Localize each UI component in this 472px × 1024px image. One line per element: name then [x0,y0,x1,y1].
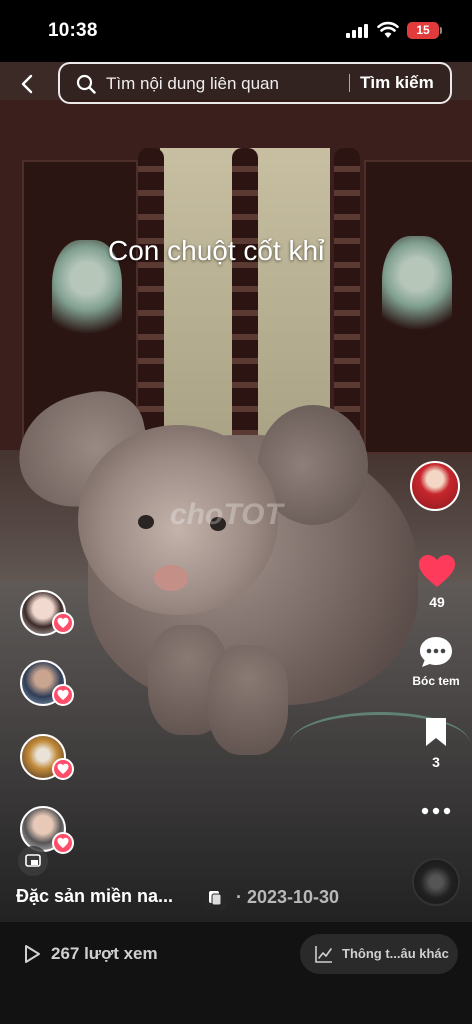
battery-tip [440,27,442,34]
status-time: 10:38 [48,20,98,41]
stats-button[interactable]: Thông t...âu khác [300,934,458,974]
inlay-flower-right [382,236,452,346]
play-icon [25,945,40,963]
wifi-icon [377,21,399,38]
heart-icon[interactable] [418,554,456,588]
status-bar: 10:38 15 [0,0,472,62]
author-avatar[interactable] [410,461,460,511]
dog-eye [138,515,154,529]
dog-nose [154,565,188,591]
search-input[interactable]: Tìm nội dung liên quan [106,74,279,94]
bookmark-icon[interactable] [424,716,448,748]
heart-badge-icon [52,684,74,706]
stats-label: Thông t...âu khác [342,946,449,961]
music-disc-icon[interactable] [412,858,460,906]
picture-in-picture-icon[interactable] [18,846,48,876]
heart-badge-icon [52,832,74,854]
chart-icon [315,946,332,963]
comment-label: Bóc tem [412,674,460,688]
dog-photo [7,382,428,755]
heart-badge-icon [52,612,74,634]
post-date: · 2023-10-30 [236,887,340,907]
like-count: 49 [429,594,445,610]
search-button[interactable]: Tìm kiếm [360,73,434,93]
overlay-title: Con chuột cốt khỉ [108,235,325,266]
heart-badge-icon [52,758,74,780]
save-count: 3 [432,754,440,770]
bottom-bar: 267 lượt xem Thông t...âu khác [0,922,472,1024]
search-divider [349,74,350,92]
cellular-signal-icon [346,24,370,38]
battery-icon: 15 [407,22,439,39]
view-count: 267 lượt xem [51,944,158,963]
back-icon[interactable] [18,74,38,94]
more-icon[interactable] [420,806,452,816]
post-caption[interactable]: Đặc sản miền na... [16,886,173,907]
search-icon [76,74,96,94]
watermark: choTOT [170,498,283,531]
search-bar[interactable]: Tìm nội dung liên quan Tìm kiếm [58,62,452,104]
dog-leg [208,645,288,755]
comment-icon[interactable] [418,635,454,669]
copy-icon[interactable] [203,886,227,910]
